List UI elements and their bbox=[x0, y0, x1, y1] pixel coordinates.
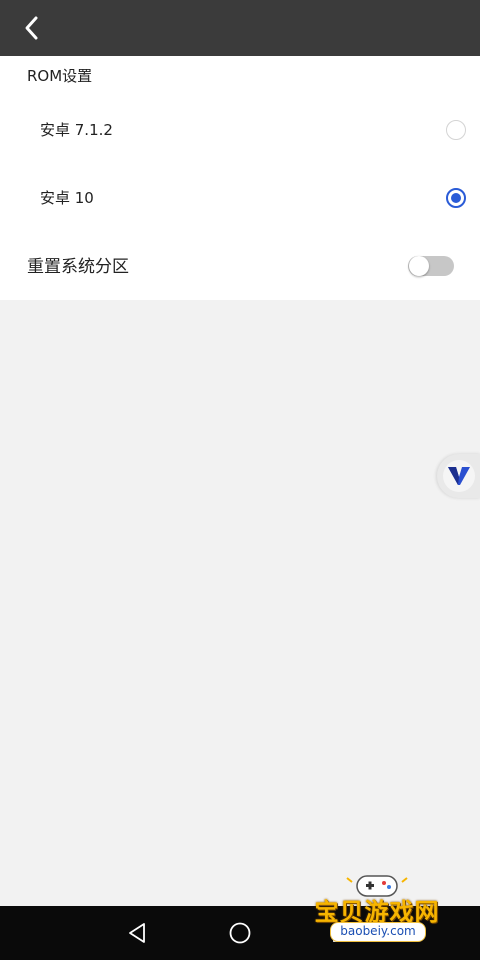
reset-partition-row: 重置系统分区 bbox=[0, 236, 480, 296]
nav-home-button[interactable] bbox=[225, 918, 255, 948]
radio-dot bbox=[451, 193, 461, 203]
chevron-left-icon bbox=[25, 16, 38, 40]
radio-button-unchecked[interactable] bbox=[446, 120, 466, 140]
reset-partition-label: 重置系统分区 bbox=[27, 257, 129, 277]
back-button[interactable] bbox=[14, 10, 50, 46]
v-logo-icon bbox=[448, 467, 470, 485]
rom-option-android-7[interactable]: 安卓 7.1.2 bbox=[0, 100, 480, 160]
radio-button-checked[interactable] bbox=[446, 188, 466, 208]
rom-option-label: 安卓 7.1.2 bbox=[40, 121, 113, 139]
top-app-bar bbox=[0, 0, 480, 56]
rom-option-label: 安卓 10 bbox=[40, 189, 94, 207]
switch-knob bbox=[409, 256, 429, 276]
nav-back-icon bbox=[129, 923, 145, 943]
rom-option-android-10[interactable]: 安卓 10 bbox=[0, 168, 480, 228]
rom-settings-title: ROM设置 bbox=[27, 67, 93, 85]
nav-home-icon bbox=[229, 922, 251, 944]
settings-panel: ROM设置 安卓 7.1.2 安卓 10 重置系统分区 bbox=[0, 56, 480, 300]
nav-back-button[interactable] bbox=[123, 918, 153, 948]
watermark-url: baobeiy.com bbox=[330, 922, 426, 942]
reset-partition-switch[interactable] bbox=[408, 256, 454, 276]
floating-assistant-button[interactable] bbox=[437, 454, 480, 498]
watermark-logo: 宝贝游戏网 baobeiy.com bbox=[304, 872, 450, 956]
floating-button-inner bbox=[443, 460, 475, 492]
